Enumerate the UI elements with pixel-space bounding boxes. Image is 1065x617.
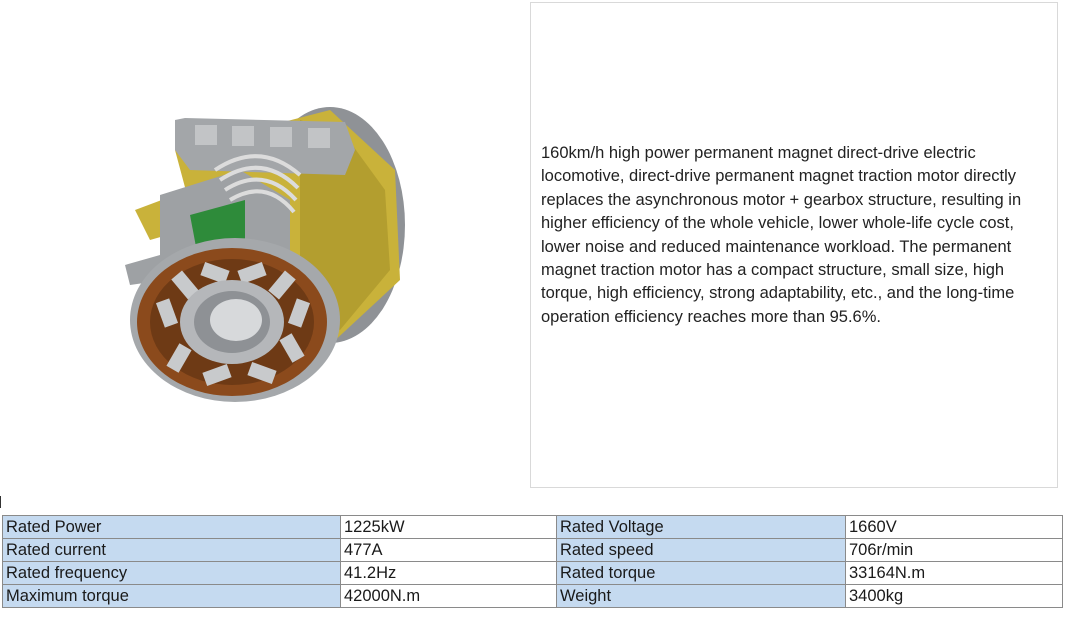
spec-value: 1660V [845,515,1063,539]
spec-label: Rated torque [556,561,846,585]
product-description: 160km/h high power permanent magnet dire… [541,144,1022,326]
product-image [0,0,528,492]
spec-label: Rated speed [556,538,846,562]
spec-label: Rated current [2,538,341,562]
traction-motor-illustration [125,107,405,402]
spec-table: Rated Power 1225kW Rated Voltage 1660V R… [2,515,1063,608]
spec-label: Rated Power [2,515,341,539]
table-row: Maximum torque 42000N.m Weight 3400kg [2,584,1063,608]
table-row: Rated Power 1225kW Rated Voltage 1660V [2,515,1063,539]
table-row: Rated frequency 41.2Hz Rated torque 3316… [2,561,1063,585]
description-panel: 160km/h high power permanent magnet dire… [530,2,1058,488]
spec-label: Rated Voltage [556,515,846,539]
text-cursor [0,496,1,508]
spec-label: Weight [556,584,846,608]
spec-value: 1225kW [340,515,557,539]
spec-value: 33164N.m [845,561,1063,585]
spec-value: 42000N.m [340,584,557,608]
spec-value: 706r/min [845,538,1063,562]
spec-label: Maximum torque [2,584,341,608]
spec-label: Rated frequency [2,561,341,585]
spec-value: 41.2Hz [340,561,557,585]
table-row: Rated current 477A Rated speed 706r/min [2,538,1063,562]
spec-value: 477A [340,538,557,562]
spec-value: 3400kg [845,584,1063,608]
